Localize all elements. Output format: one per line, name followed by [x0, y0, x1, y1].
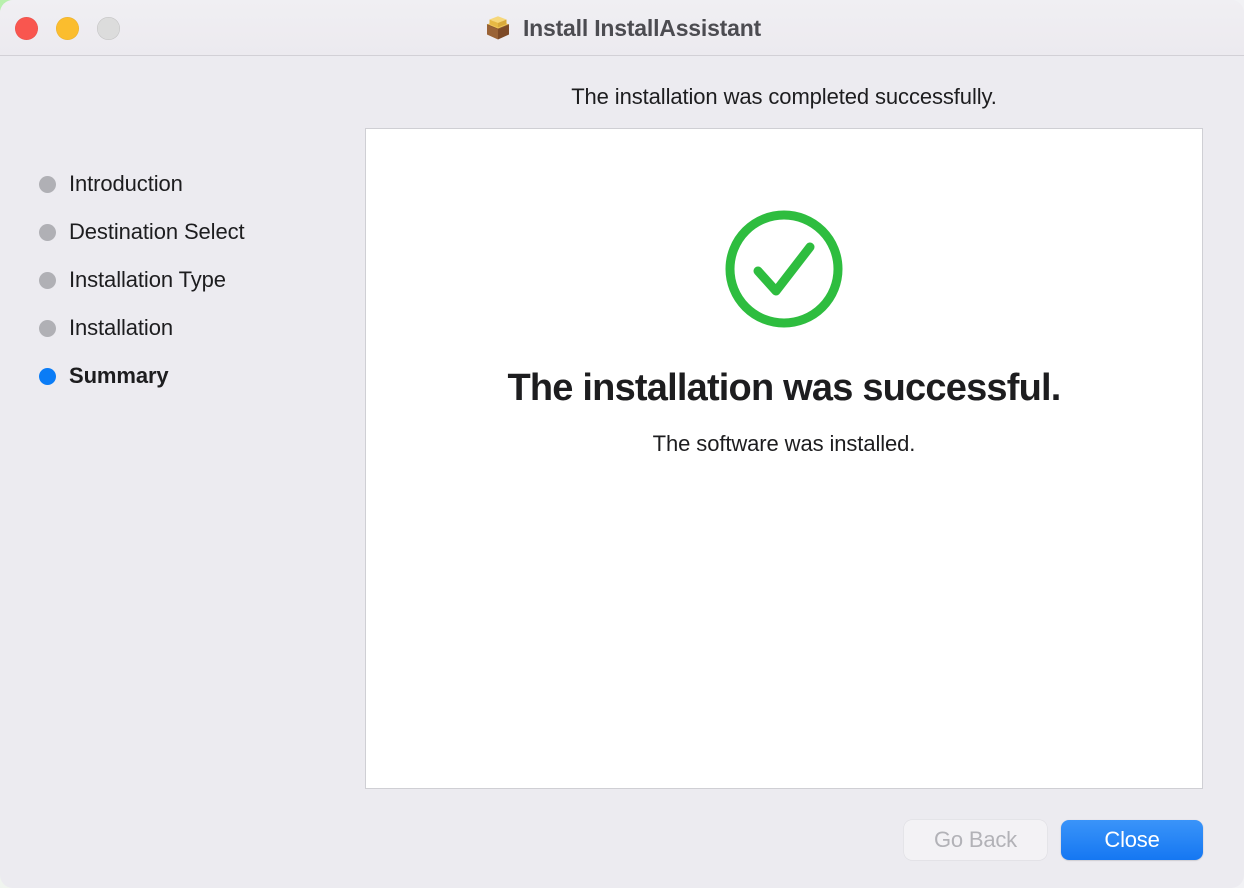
step-dot-icon — [39, 175, 56, 193]
install-result-block: The installation was successful. The sof… — [366, 129, 1202, 457]
window-titlebar: Install InstallAssistant — [0, 0, 1244, 56]
installer-step-list: Introduction Destination Select Installa… — [0, 160, 360, 400]
step-dot-icon — [39, 319, 56, 337]
package-box-icon — [486, 16, 510, 40]
sidebar-item-summary: Summary — [0, 352, 360, 400]
go-back-button[interactable]: Go Back — [904, 820, 1047, 860]
close-window-button[interactable] — [15, 17, 38, 40]
window-title-group: Install InstallAssistant — [0, 0, 1244, 56]
sidebar-item-label: Summary — [69, 363, 169, 388]
installer-window: Install InstallAssistant The installatio… — [0, 0, 1244, 888]
install-result-subtitle: The software was installed. — [652, 431, 916, 456]
install-result-title: The installation was successful. — [507, 367, 1061, 409]
step-dot-icon — [39, 271, 56, 289]
installer-footer: Go Back Close — [904, 820, 1203, 860]
step-dot-active-icon — [39, 367, 56, 385]
page-title: The installation was completed successfu… — [571, 84, 997, 109]
sidebar-item-label: Introduction — [69, 171, 183, 196]
sidebar-item-installation: Installation — [0, 304, 360, 352]
sidebar-item-label: Installation Type — [69, 267, 226, 292]
minimize-window-button[interactable] — [56, 17, 79, 40]
sidebar-item-destination-select: Destination Select — [0, 208, 360, 256]
zoom-window-button — [97, 17, 120, 40]
installer-content-panel: The installation was successful. The sof… — [365, 128, 1203, 789]
step-dot-icon — [39, 223, 56, 241]
window-title: Install InstallAssistant — [522, 14, 762, 41]
sidebar-item-installation-type: Installation Type — [0, 256, 360, 304]
close-button[interactable]: Close — [1061, 820, 1203, 860]
sidebar-item-introduction: Introduction — [0, 160, 360, 208]
traffic-light-controls — [15, 17, 120, 40]
sidebar-item-label: Installation — [69, 315, 173, 340]
green-check-circle-icon — [725, 210, 843, 328]
sidebar-item-label: Destination Select — [69, 219, 245, 244]
